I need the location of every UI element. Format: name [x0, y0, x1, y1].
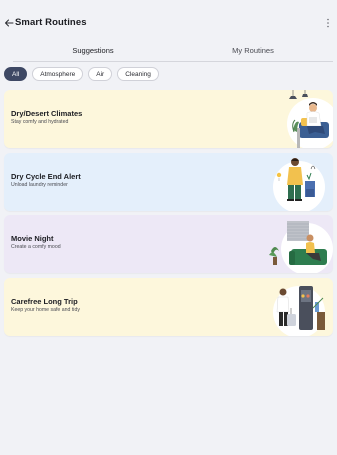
routine-card-title: Movie Night — [11, 234, 54, 243]
routine-card-long-trip[interactable]: Carefree Long Trip Keep your home safe a… — [4, 278, 333, 336]
filter-chip-atmosphere[interactable]: Atmosphere — [32, 67, 84, 81]
tab-my-routines[interactable]: My Routines — [173, 43, 333, 61]
arrow-left-icon — [5, 19, 14, 27]
traveler-illustration — [273, 286, 325, 336]
routine-card-dry-cycle[interactable]: Dry Cycle End Alert Unload laundry remin… — [4, 153, 333, 211]
filter-chips: All Atmosphere Air Cleaning — [4, 67, 159, 81]
filter-chip-cleaning[interactable]: Cleaning — [117, 67, 159, 81]
routine-card-dry-desert[interactable]: Dry/Desert Climates Stay comfy and hydra… — [4, 90, 333, 148]
back-button[interactable] — [2, 16, 16, 30]
laundry-person-illustration — [273, 158, 325, 211]
app-header: Smart Routines — [0, 0, 337, 44]
routine-card-title: Carefree Long Trip — [11, 297, 78, 306]
tab-bar: Suggestions My Routines — [13, 43, 333, 62]
tab-divider — [13, 61, 333, 62]
routine-card-subtitle: Create a comfy mood — [11, 244, 61, 250]
sofa-person-illustration — [269, 221, 333, 273]
tab-suggestions[interactable]: Suggestions — [13, 43, 173, 62]
routine-card-subtitle: Unload laundry reminder — [11, 182, 68, 188]
more-vertical-icon — [327, 18, 329, 28]
routine-card-subtitle: Keep your home safe and tidy — [11, 307, 80, 313]
filter-chip-air[interactable]: Air — [88, 67, 113, 81]
routine-card-title: Dry Cycle End Alert — [11, 172, 81, 181]
routine-card-subtitle: Stay comfy and hydrated — [11, 119, 69, 125]
routine-card-movie-night[interactable]: Movie Night Create a comfy mood — [4, 215, 333, 273]
reading-person-illustration — [287, 90, 333, 148]
more-options-button[interactable] — [323, 16, 333, 30]
filter-chip-all[interactable]: All — [4, 67, 28, 81]
page-title: Smart Routines — [15, 17, 87, 28]
routine-card-title: Dry/Desert Climates — [11, 109, 83, 118]
